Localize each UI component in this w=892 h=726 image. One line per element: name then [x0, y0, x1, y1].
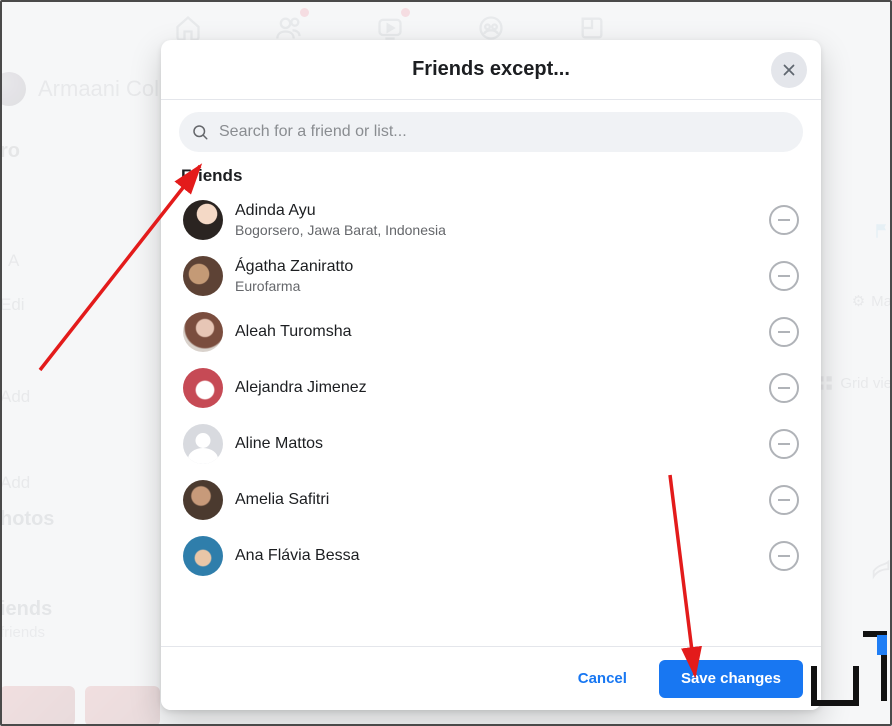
friend-subtext: Bogorsero, Jawa Barat, Indonesia [235, 221, 757, 239]
save-button[interactable]: Save changes [659, 660, 803, 698]
friend-text: Ágatha ZanirattoEurofarma [235, 257, 757, 296]
friend-avatar [183, 200, 223, 240]
close-icon [780, 61, 798, 79]
friend-row[interactable]: Amelia Safitri [179, 472, 803, 528]
friend-avatar [183, 256, 223, 296]
modal-title: Friends except... [412, 58, 570, 81]
friend-avatar [183, 536, 223, 576]
friend-name: Alejandra Jimenez [235, 378, 757, 399]
exclude-button[interactable] [769, 205, 799, 235]
search-icon [191, 123, 209, 141]
minus-icon [778, 219, 790, 221]
friend-text: Ana Flávia Bessa [235, 546, 757, 567]
watermark [797, 631, 887, 706]
exclude-button[interactable] [769, 485, 799, 515]
friend-row[interactable]: Adinda AyuBogorsero, Jawa Barat, Indones… [179, 192, 803, 248]
exclude-button[interactable] [769, 373, 799, 403]
friend-text: Amelia Safitri [235, 490, 757, 511]
friend-text: Aline Mattos [235, 434, 757, 455]
minus-icon [778, 499, 790, 501]
friend-row[interactable]: Aleah Turomsha [179, 304, 803, 360]
friend-avatar [183, 424, 223, 464]
friend-name: Ana Flávia Bessa [235, 546, 757, 567]
friend-avatar [183, 480, 223, 520]
friend-name: Adinda Ayu [235, 201, 757, 222]
modal-body: Friends Adinda AyuBogorsero, Jawa Barat,… [161, 100, 821, 646]
friend-avatar [183, 312, 223, 352]
friend-row[interactable]: Ágatha ZanirattoEurofarma [179, 248, 803, 304]
minus-icon [778, 275, 790, 277]
cancel-button[interactable]: Cancel [556, 660, 649, 698]
exclude-button[interactable] [769, 261, 799, 291]
exclude-button[interactable] [769, 317, 799, 347]
friend-text: Adinda AyuBogorsero, Jawa Barat, Indones… [235, 201, 757, 240]
friend-name: Aleah Turomsha [235, 322, 757, 343]
friends-except-modal: Friends except... Friends Adinda AyuBogo… [161, 40, 821, 710]
friend-row[interactable]: Aline Mattos [179, 416, 803, 472]
friend-name: Amelia Safitri [235, 490, 757, 511]
minus-icon [778, 387, 790, 389]
close-button[interactable] [771, 52, 807, 88]
friend-text: Aleah Turomsha [235, 322, 757, 343]
friends-section-label: Friends [181, 166, 803, 186]
minus-icon [778, 331, 790, 333]
modal-header: Friends except... [161, 40, 821, 100]
friend-row[interactable]: Ana Flávia Bessa [179, 528, 803, 584]
friend-avatar [183, 368, 223, 408]
search-input[interactable] [179, 112, 803, 152]
exclude-button[interactable] [769, 541, 799, 571]
minus-icon [778, 443, 790, 445]
modal-footer: Cancel Save changes [161, 646, 821, 710]
friend-row[interactable]: Alejandra Jimenez [179, 360, 803, 416]
friend-subtext: Eurofarma [235, 277, 757, 295]
friend-text: Alejandra Jimenez [235, 378, 757, 399]
friend-name: Ágatha Zaniratto [235, 257, 757, 278]
search-wrap [179, 112, 803, 152]
friends-list: Adinda AyuBogorsero, Jawa Barat, Indones… [179, 192, 803, 584]
minus-icon [778, 555, 790, 557]
exclude-button[interactable] [769, 429, 799, 459]
friend-name: Aline Mattos [235, 434, 757, 455]
